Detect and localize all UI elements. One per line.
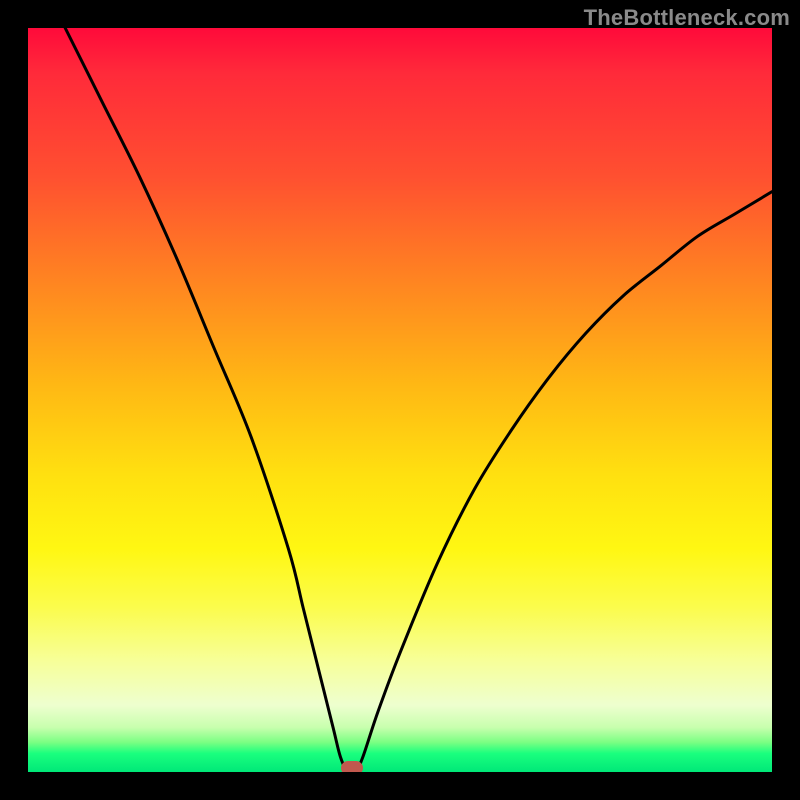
chart-frame: TheBottleneck.com [0,0,800,800]
plot-area [28,28,772,772]
minimum-marker [341,761,363,772]
bottleneck-curve [65,28,772,772]
curve-svg [28,28,772,772]
